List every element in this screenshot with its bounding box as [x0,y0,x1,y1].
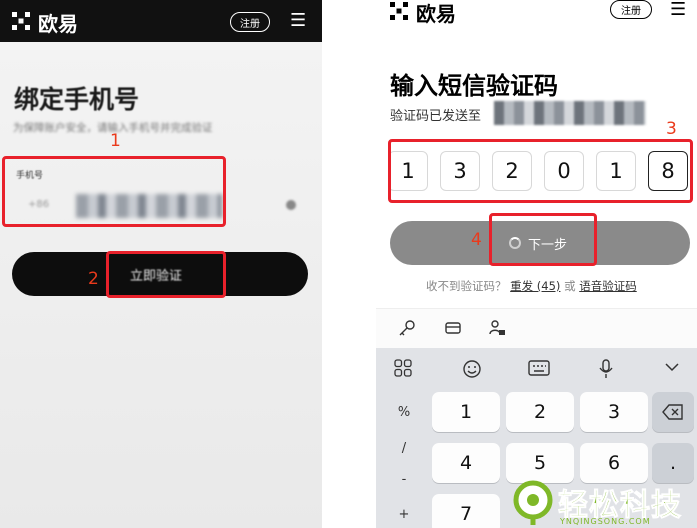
page-title: 绑定手机号 [14,85,140,114]
annotation-number-3: 3 [666,119,677,139]
key-minus[interactable]: - [382,468,426,490]
keyboard-toolbar [376,308,697,348]
microphone-icon[interactable] [598,359,614,379]
brand-name: 欧易 [416,2,456,26]
left-phone-screen: 欧易 注册 ☰ 绑定手机号 为保障账户安全，请输入手机号并完成验证 手机号 +8… [0,0,322,528]
card-icon[interactable] [444,319,462,337]
register-button[interactable]: 注册 [610,0,652,19]
clear-icon[interactable] [286,200,296,210]
page-title: 输入短信验证码 [390,72,558,100]
code-sent-to-label: 验证码已发送至 [390,109,482,124]
backspace-icon [662,404,683,420]
hamburger-icon[interactable]: ☰ [290,12,306,30]
voice-code-link[interactable]: 语音验证码 [579,279,637,293]
okx-logo-icon [390,2,408,20]
annotation-number-2: 2 [88,269,99,289]
contact-lock-icon[interactable] [488,319,506,337]
key-4[interactable]: 4 [432,443,500,483]
key-6[interactable]: 6 [580,443,648,483]
apps-grid-icon[interactable] [394,359,412,377]
top-bar: 欧易 注册 ☰ [376,0,697,30]
keyboard-switch-icon[interactable] [528,359,550,377]
highlight-box-4 [489,213,597,266]
phone-number-masked [494,101,646,125]
not-received-text: 收不到验证码？ [426,279,507,293]
brand-name: 欧易 [38,12,78,36]
key-dot[interactable]: . [652,443,694,483]
okx-logo-icon [12,12,30,30]
highlight-box-2 [106,251,226,298]
emoji-icon[interactable] [462,359,482,379]
hamburger-icon[interactable]: ☰ [670,1,686,19]
resend-line: 收不到验证码？ 重发 (45) 或 语音验证码 [426,278,637,294]
annotation-number-1: 1 [110,131,121,151]
watermark: 轻松科技 YNQINGSONG.COM [508,478,697,528]
key-percent[interactable]: % [382,392,426,432]
key-1[interactable]: 1 [432,392,500,432]
backspace-key[interactable] [652,392,694,432]
register-button[interactable]: 注册 [230,12,270,32]
key-5[interactable]: 5 [506,443,574,483]
annotation-number-4: 4 [471,230,482,250]
key-slash[interactable]: / [382,436,426,460]
chevron-down-icon[interactable] [664,359,680,375]
or-text: 或 [564,279,576,293]
watermark-logo-icon [513,480,553,525]
highlight-box-3 [388,139,693,203]
right-phone-screen: 欧易 注册 ☰ 输入短信验证码 验证码已发送至 1 3 2 0 1 8 下一步 … [376,0,697,528]
top-bar: 欧易 注册 ☰ [0,0,322,42]
key-7[interactable]: 7 [432,494,500,528]
watermark-url: YNQINGSONG.COM [560,517,651,526]
highlight-box-1 [2,156,226,227]
key-3[interactable]: 3 [580,392,648,432]
key-icon[interactable] [398,319,416,337]
key-2[interactable]: 2 [506,392,574,432]
page-subtitle: 为保障账户安全，请输入手机号并完成验证 [13,122,213,134]
key-plus[interactable]: + [382,502,426,526]
resend-link[interactable]: 重发 (45) [510,279,560,293]
